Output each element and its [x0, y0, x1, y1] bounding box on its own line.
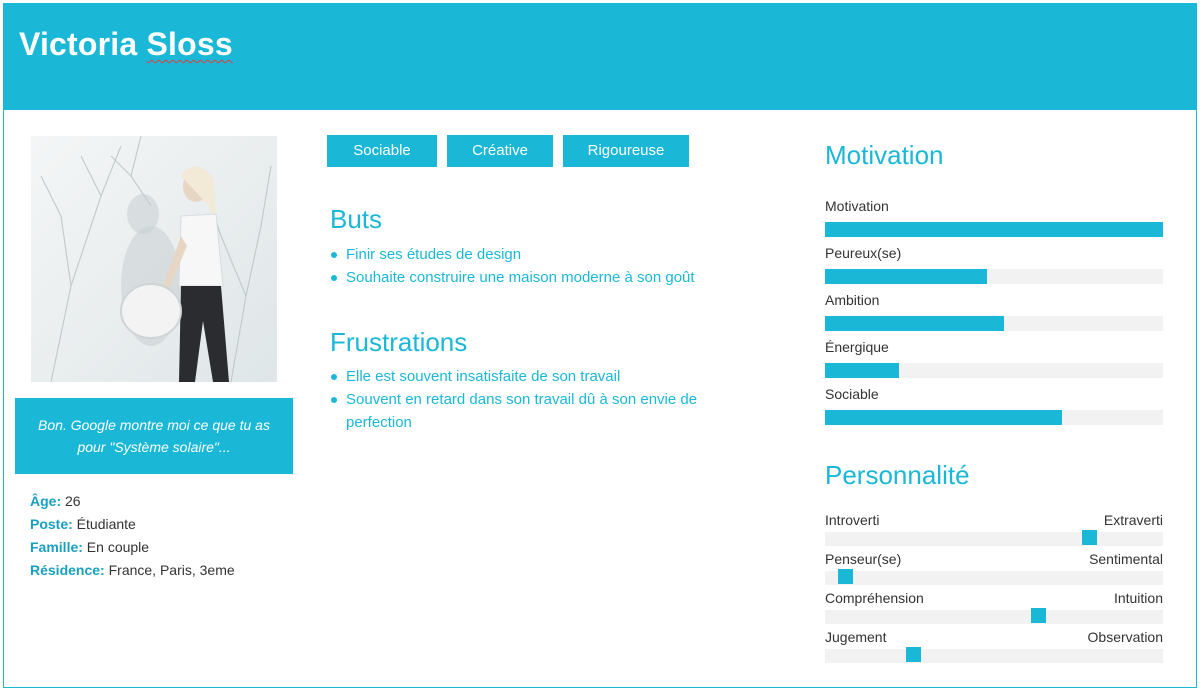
- slider-marker: [838, 569, 854, 584]
- list-item: Souvent en retard dans son travail dû à …: [331, 388, 731, 434]
- frustrations-title: Frustrations: [330, 327, 468, 357]
- personality-row: Penseur(se) Sentimental: [825, 551, 1163, 590]
- bar-fill: [825, 410, 1062, 425]
- motivation-row: Sociable: [825, 386, 1163, 433]
- bar-track: [825, 316, 1163, 331]
- info-value: 26: [61, 493, 81, 509]
- motivation-row: Peureux(se): [825, 245, 1163, 292]
- info-label: Résidence: [30, 562, 101, 578]
- motivation-row: Motivation: [825, 198, 1163, 245]
- info-value: Étudiante: [72, 516, 136, 532]
- bar-label: Énergique: [825, 339, 889, 355]
- slider-marker: [1030, 608, 1046, 623]
- slider-left-label: Jugement: [825, 629, 887, 645]
- first-name: Victoria: [19, 26, 138, 62]
- personality-row: Jugement Observation: [825, 629, 1163, 668]
- slider-left-label: Penseur(se): [825, 551, 902, 567]
- bar-fill: [825, 269, 988, 284]
- header-banner: Victoria Sloss: [4, 4, 1196, 110]
- motivation-row: Ambition: [825, 292, 1163, 339]
- slider-left-label: Introverti: [825, 512, 880, 528]
- slider-marker: [905, 647, 921, 662]
- info-value: France, Paris, 3eme: [104, 562, 235, 578]
- slider-track: [825, 647, 1163, 663]
- info-family: Famille: En couple: [30, 539, 150, 555]
- slider-left-label: Compréhension: [825, 590, 924, 606]
- tag-sociable: Sociable: [327, 135, 437, 167]
- slider-track: [825, 569, 1163, 585]
- bar-track: [825, 222, 1163, 237]
- personality-sliders: Introverti Extraverti Penseur(se) Sentim…: [825, 512, 1163, 668]
- bar-label: Sociable: [825, 386, 879, 402]
- info-label: Âge: [30, 493, 57, 509]
- bar-track: [825, 363, 1163, 378]
- info-value: En couple: [82, 539, 150, 555]
- goals-title: Buts: [330, 204, 383, 234]
- slider-right-label: Observation: [1087, 629, 1163, 645]
- personality-row: Introverti Extraverti: [825, 512, 1163, 551]
- personality-row: Compréhension Intuition: [825, 590, 1163, 629]
- list-item: Elle est souvent insatisfaite de son tra…: [331, 365, 731, 388]
- persona-info: Âge: 26 Poste: Étudiante Famille: En cou…: [30, 490, 235, 582]
- slider-track: [825, 608, 1163, 624]
- info-residence: Résidence: France, Paris, 3eme: [30, 562, 235, 578]
- list-item: Souhaite construire une maison moderne à…: [331, 266, 731, 289]
- slider-right-label: Extraverti: [1103, 512, 1163, 528]
- info-job: Poste: Étudiante: [30, 516, 136, 532]
- slider-right-label: Intuition: [1113, 590, 1163, 606]
- bar-label: Motivation: [825, 198, 889, 214]
- motivation-title: Motivation: [825, 140, 944, 170]
- bar-track: [825, 410, 1163, 425]
- frustrations-list: Elle est souvent insatisfaite de son tra…: [331, 365, 731, 434]
- slider-marker: [1081, 530, 1097, 545]
- motivation-row: Énergique: [825, 339, 1163, 386]
- motivation-bars: Motivation Peureux(se) Ambition Énergiqu…: [825, 198, 1163, 433]
- persona-name: Victoria Sloss: [19, 26, 233, 63]
- trait-tags: Sociable Créative Rigoureuse: [327, 135, 689, 167]
- bar-fill: [825, 316, 1005, 331]
- bar-track: [825, 269, 1163, 284]
- personality-title: Personnalité: [825, 460, 970, 490]
- tag-creative: Créative: [447, 135, 553, 167]
- info-age: Âge: 26: [30, 493, 81, 509]
- portrait-image: [31, 136, 277, 382]
- bar-fill: [825, 363, 900, 378]
- goals-list: Finir ses études de design Souhaite cons…: [331, 243, 731, 289]
- bar-label: Peureux(se): [825, 245, 902, 261]
- info-label: Poste: [30, 516, 69, 532]
- last-name: Sloss: [146, 26, 233, 62]
- info-label: Famille: [30, 539, 79, 555]
- list-item: Finir ses études de design: [331, 243, 731, 266]
- bar-fill: [825, 222, 1163, 237]
- tag-rigoureuse: Rigoureuse: [563, 135, 689, 167]
- bar-label: Ambition: [825, 292, 880, 308]
- persona-photo: [31, 136, 277, 382]
- slider-right-label: Sentimental: [1089, 551, 1163, 567]
- persona-quote: Bon. Google montre moi ce que tu as pour…: [15, 398, 293, 474]
- persona-card: Victoria Sloss Bon. Google montre moi ce…: [3, 3, 1197, 688]
- slider-track: [825, 530, 1163, 546]
